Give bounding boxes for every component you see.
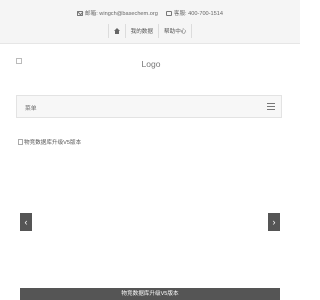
banner-carousel: 物竞数据库升级V5版本 ‹ ›	[18, 138, 282, 288]
email-label: 邮箱: wingch@basechem.org	[85, 11, 158, 17]
top-bar: 邮箱: wingch@basechem.org 客服: 400-700-1514…	[0, 0, 300, 44]
broken-image-icon	[18, 139, 23, 145]
slide-alt-text: 物竞数据库升级V5版本	[24, 140, 82, 146]
logo[interactable]: Logo	[16, 58, 286, 70]
hamburger-icon[interactable]	[267, 103, 275, 111]
nav-help-center-label: 帮助中心	[164, 29, 187, 35]
chevron-left-icon: ‹	[24, 217, 28, 227]
nav-home[interactable]	[107, 24, 126, 38]
chevron-right-icon: ›	[272, 217, 276, 227]
logo-alt-text: Logo	[141, 59, 161, 69]
menu-bar[interactable]: 菜单	[16, 95, 282, 118]
carousel-prev-button[interactable]: ‹	[20, 213, 32, 231]
carousel-next-button[interactable]: ›	[268, 213, 280, 231]
nav-help-center[interactable]: 帮助中心	[159, 24, 193, 38]
mail-icon	[77, 10, 83, 16]
email-contact[interactable]: 邮箱: wingch@basechem.org	[77, 9, 158, 17]
top-nav: 我的数据 帮助中心	[0, 24, 300, 38]
carousel-slide[interactable]: 物竞数据库升级V5版本	[18, 138, 81, 146]
carousel-caption[interactable]: 物竞数据库升级V5版本	[20, 288, 280, 300]
phone-label: 客服: 400-700-1514	[173, 11, 223, 17]
menu-label: 菜单	[25, 106, 37, 112]
contact-row: 邮箱: wingch@basechem.org 客服: 400-700-1514	[0, 7, 300, 19]
nav-my-data[interactable]: 我的数据	[126, 24, 159, 38]
phone-icon	[165, 10, 172, 16]
phone-contact[interactable]: 客服: 400-700-1514	[165, 9, 223, 17]
nav-my-data-label: 我的数据	[130, 29, 153, 35]
home-icon	[113, 28, 120, 34]
